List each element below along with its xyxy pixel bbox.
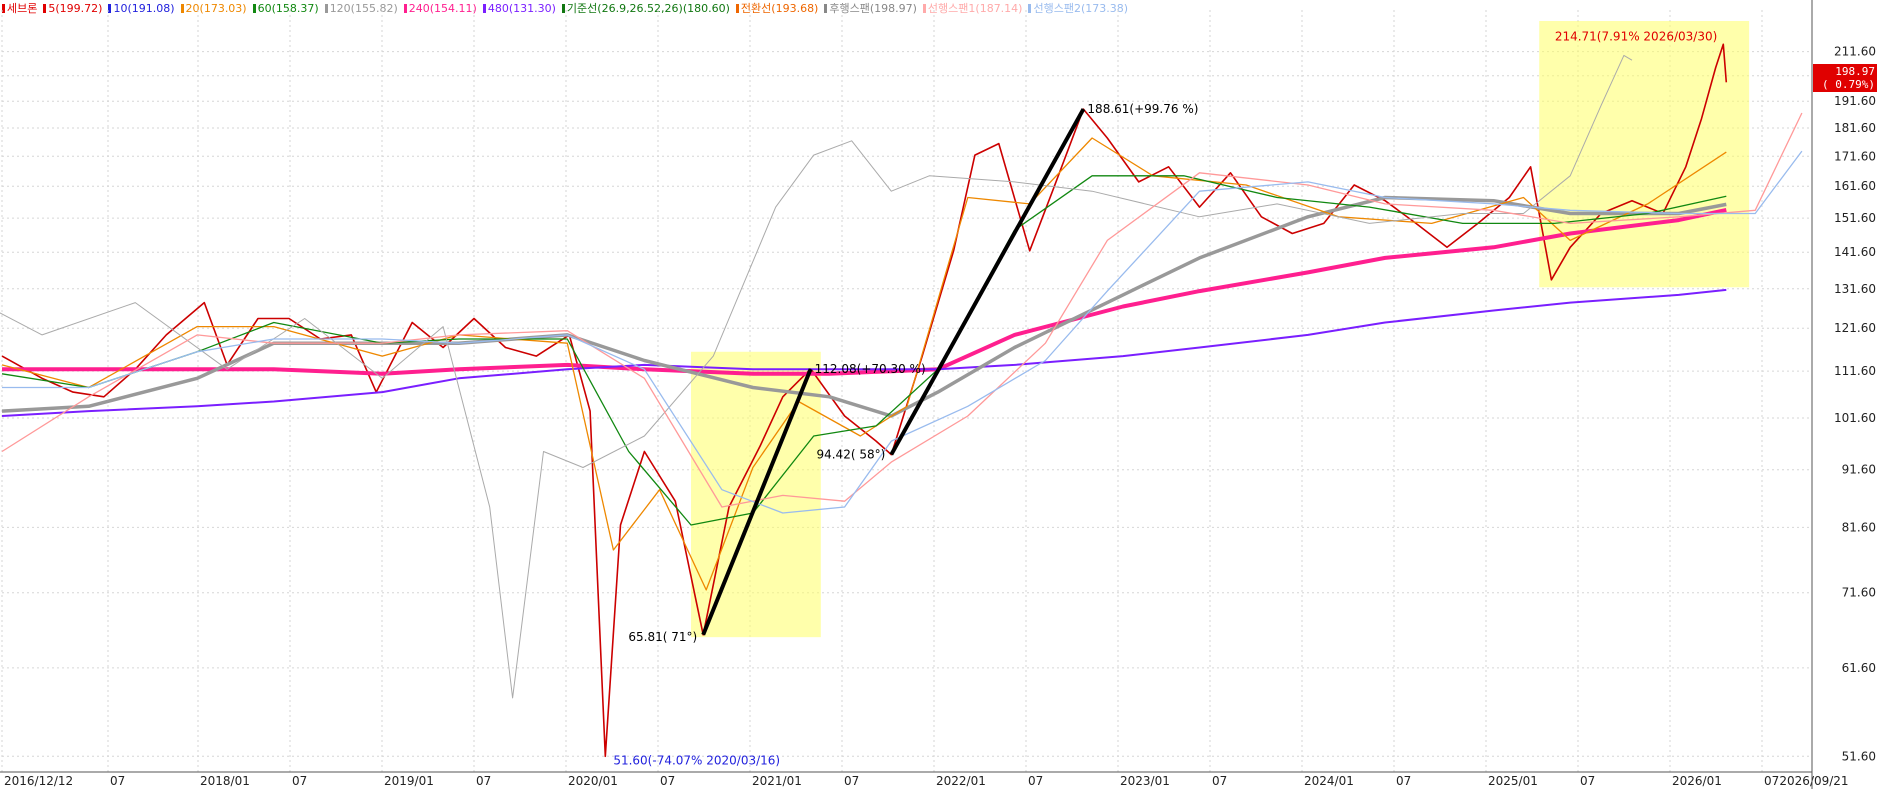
y-tick-label: 51.60 (1842, 749, 1876, 763)
price-annotation: 188.61(+99.76 %) (1087, 102, 1198, 116)
price-annotation: 94.42( 58°) (816, 448, 885, 462)
y-tick-label: 101.60 (1834, 411, 1876, 425)
y-tick-label: 81.60 (1842, 520, 1876, 534)
x-tick-label: 2025/01 (1488, 774, 1538, 788)
y-tick-label: 61.60 (1842, 661, 1876, 675)
y-tick-label: 131.60 (1834, 282, 1876, 296)
price-annotation: 65.81( 71°) (628, 630, 697, 644)
series-line (1, 195, 1727, 418)
y-tick-label: 141.60 (1834, 245, 1876, 259)
y-tick-label: 111.60 (1834, 364, 1876, 378)
x-tick-label: 07 (1764, 774, 1779, 788)
current-price-badge: 198.97 ( 0.79%) (1813, 64, 1877, 92)
series-layer (0, 43, 1803, 758)
y-tick-label: 171.60 (1834, 149, 1876, 163)
y-tick-label: 91.60 (1842, 463, 1876, 477)
x-tick-label: 07 (476, 774, 491, 788)
trend-line (889, 108, 1086, 456)
highlight-boxes (691, 20, 1750, 638)
y-tick-label: 191.60 (1834, 94, 1876, 108)
x-tick-label: 2026/01 (1672, 774, 1722, 788)
x-tick-label: 07 (660, 774, 675, 788)
price-annotation: 112.08(+70.30 %) (815, 362, 926, 376)
x-tick-label: 2023/01 (1120, 774, 1170, 788)
x-tick-label: 2022/01 (936, 774, 986, 788)
current-change: ( 0.79%) (1822, 78, 1875, 91)
x-tick-label: 2021/01 (752, 774, 802, 788)
x-tick-label: 07 (110, 774, 125, 788)
stock-chart[interactable]: 214.71(7.91% 2026/03/30) 188.61(+99.76 %)… (0, 0, 1877, 789)
price-annotation: 214.71(7.91% 2026/03/30) (1555, 29, 1717, 43)
y-tick-label: 151.60 (1834, 211, 1876, 225)
current-price: 198.97 (1835, 65, 1875, 78)
x-tick-label: 07 (1028, 774, 1043, 788)
x-tick-label: 07 (1396, 774, 1411, 788)
x-tick-label: 2018/01 (200, 774, 250, 788)
x-tick-label: 2024/01 (1304, 774, 1354, 788)
x-tick-label: 07 (844, 774, 859, 788)
y-tick-label: 71.60 (1842, 586, 1876, 600)
y-tick-label: 211.60 (1834, 45, 1876, 59)
x-tick-label: 07 (1580, 774, 1595, 788)
x-tick-label: 07 (292, 774, 307, 788)
x-axis-ticks: 2016/12/12 07 2018/01 07 2019/01 07 2020/01 07 2… (4, 774, 1849, 788)
price-annotation: 51.60(-74.07% 2020/03/16) (613, 753, 780, 767)
y-axis-ticks: 51.60 61.60 71.60 81.60 91.60 101.60 111.60 121… (1834, 45, 1876, 764)
series-line (1, 288, 1727, 417)
x-tick-label: 2026/09/21 (1779, 774, 1848, 788)
y-tick-label: 181.60 (1834, 121, 1876, 135)
x-tick-label: 2016/12/12 (4, 774, 73, 788)
series-line (1, 43, 1728, 758)
x-tick-label: 07 (1212, 774, 1227, 788)
x-tick-label: 2020/01 (568, 774, 618, 788)
x-tick-label: 2019/01 (384, 774, 434, 788)
y-tick-label: 121.60 (1834, 321, 1876, 335)
y-tick-label: 161.60 (1834, 179, 1876, 193)
